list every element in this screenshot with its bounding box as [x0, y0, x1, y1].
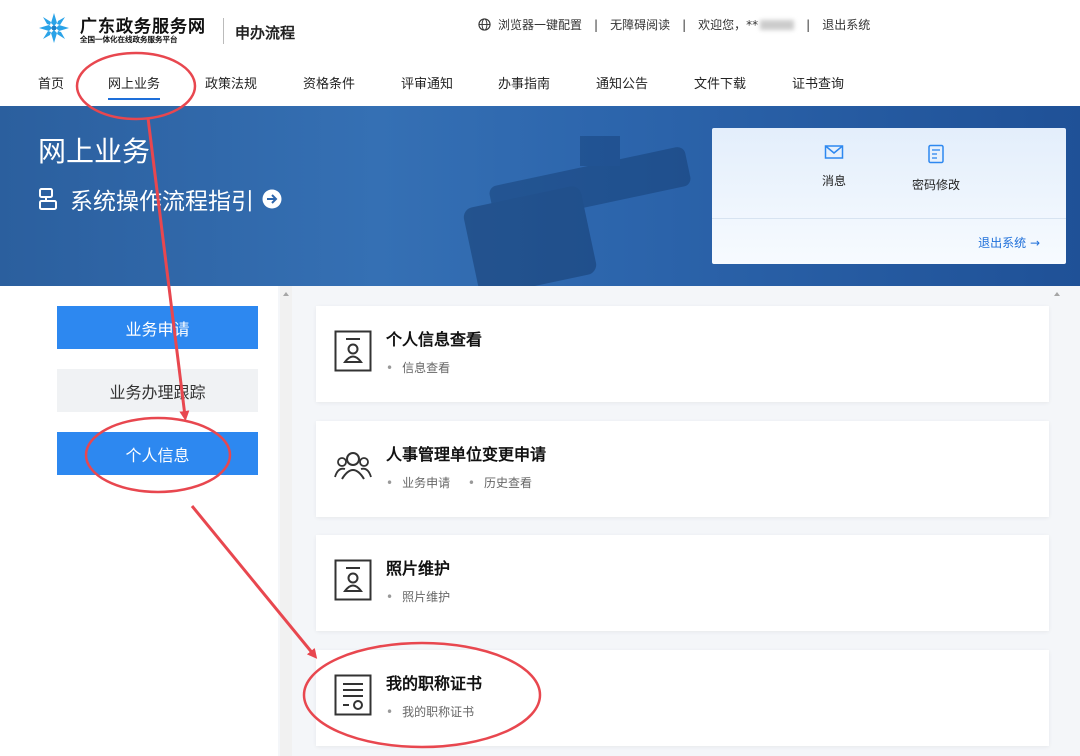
sidebar-item-tracking[interactable]: 业务办理跟踪: [57, 369, 258, 412]
scrollbar-right[interactable]: [1050, 286, 1064, 756]
panel-divider: [712, 218, 1066, 219]
panel-logout-link[interactable]: 退出系统 →: [978, 234, 1040, 251]
card-title[interactable]: 个人信息查看: [386, 326, 482, 350]
card-link[interactable]: 我的职称证书: [402, 705, 474, 719]
nav-item-certificate-query[interactable]: 证书查询: [792, 73, 844, 92]
nav-item-downloads[interactable]: 文件下载: [694, 73, 746, 92]
service-card[interactable]: 我的职称证书 • 我的职称证书: [316, 650, 1049, 746]
nav-item-guide[interactable]: 办事指南: [498, 73, 550, 92]
messages-button[interactable]: 消息: [822, 144, 846, 189]
nav-item-announcements[interactable]: 通知公告: [596, 73, 648, 92]
card-links: • 照片维护: [386, 590, 451, 604]
welcome-text: 欢迎您，**: [698, 18, 759, 32]
card-link[interactable]: 历史查看: [484, 476, 532, 490]
separator: |: [806, 17, 811, 32]
service-card[interactable]: 人事管理单位变更申请 • 业务申请 • 历史查看: [316, 421, 1049, 517]
users-icon: [334, 452, 372, 480]
user-name-redacted: [760, 19, 795, 30]
globe-icon: [478, 18, 491, 31]
operation-guide-label: 系统操作流程指引: [70, 189, 254, 215]
card-links: • 业务申请 • 历史查看: [386, 476, 533, 490]
sidebar-item-personal-info[interactable]: 个人信息: [57, 432, 258, 475]
main-content: 业务申请 业务办理跟踪 个人信息 个人信息查看 • 信息查看 人事管理单位变更申请: [0, 286, 1080, 756]
brand-subtitle: 全国一体化在线政务服务平台: [80, 35, 178, 44]
browser-config-link[interactable]: 浏览器一键配置: [498, 16, 582, 33]
top-header: 广东政务服务网 全国一体化在线政务服务平台 申办流程 浏览器一键配置 | 无障碍…: [0, 0, 1080, 56]
accessibility-link[interactable]: 无障碍阅读: [610, 16, 670, 33]
scrollbar-left[interactable]: [280, 286, 292, 756]
envelope-icon: [824, 145, 844, 159]
sidebar-item-business-apply[interactable]: 业务申请: [57, 306, 258, 349]
operation-guide-link[interactable]: 系统操作流程指引: [38, 182, 282, 216]
nav-item-online-business[interactable]: 网上业务: [108, 73, 161, 100]
separator: |: [682, 17, 687, 32]
guide-icon: [39, 188, 57, 210]
brand-divider: [223, 18, 224, 44]
service-card[interactable]: 照片维护 • 照片维护: [316, 535, 1049, 631]
section-title: 申办流程: [235, 24, 296, 42]
card-title[interactable]: 照片维护: [386, 555, 450, 579]
service-card[interactable]: 个人信息查看 • 信息查看: [316, 306, 1049, 402]
sidebar: 业务申请 业务办理跟踪 个人信息: [0, 286, 278, 756]
nav-item-qualifications[interactable]: 资格条件: [303, 73, 355, 92]
nav-item-policies[interactable]: 政策法规: [205, 73, 257, 92]
page-banner: 网上业务 系统操作流程指引 消息 密码修改 退出系统 →: [0, 106, 1080, 286]
main-nav: 首页 网上业务 政策法规 资格条件 评审通知 办事指南 通知公告 文件下载 证书…: [0, 56, 1080, 106]
card-link[interactable]: 信息查看: [402, 361, 450, 375]
scroll-up-arrow-icon[interactable]: [1054, 292, 1060, 296]
card-links: • 信息查看: [386, 361, 451, 375]
separator: |: [594, 17, 599, 32]
password-change-button[interactable]: 密码修改: [912, 144, 960, 193]
messages-label: 消息: [822, 174, 847, 188]
nav-item-home[interactable]: 首页: [38, 73, 64, 92]
top-utility-links: 浏览器一键配置 | 无障碍阅读 | 欢迎您，** | 退出系统: [478, 16, 870, 33]
card-link[interactable]: 业务申请: [402, 476, 450, 490]
password-doc-icon: [928, 144, 944, 164]
gavel-illustration: [463, 136, 691, 286]
card-links: • 我的职称证书: [386, 705, 475, 719]
arrow-right-circle-icon: [262, 189, 282, 209]
id-card-icon: [334, 330, 372, 372]
card-title[interactable]: 人事管理单位变更申请: [386, 441, 546, 465]
logo-icon: [39, 13, 69, 43]
scroll-up-arrow-icon[interactable]: [283, 292, 289, 296]
card-title[interactable]: 我的职称证书: [386, 670, 482, 694]
password-change-label: 密码修改: [912, 178, 961, 192]
banner-title: 网上业务: [38, 135, 151, 168]
user-panel: 消息 密码修改 退出系统 →: [712, 128, 1066, 264]
certificate-icon: [334, 674, 372, 716]
id-card-icon: [334, 559, 372, 601]
logout-link[interactable]: 退出系统: [822, 16, 870, 33]
nav-item-review-notices[interactable]: 评审通知: [401, 73, 453, 92]
card-link[interactable]: 照片维护: [402, 590, 450, 604]
